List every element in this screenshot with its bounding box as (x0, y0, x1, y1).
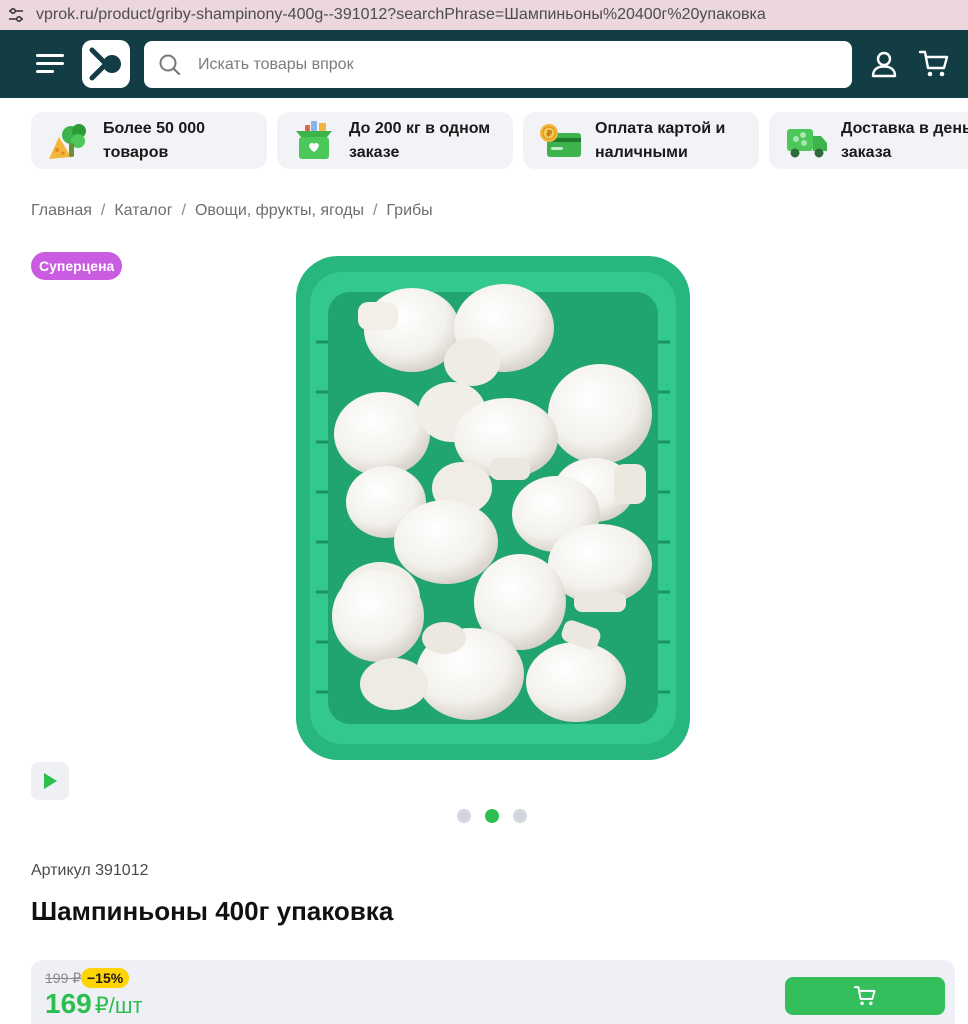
price-value: 169 (45, 988, 92, 1019)
gallery-dot[interactable] (513, 809, 527, 823)
gallery-pagination (457, 809, 527, 823)
url-text[interactable]: vprok.ru/product/griby-shampinony-400g--… (36, 6, 766, 24)
cart-icon (853, 986, 876, 1006)
menu-icon[interactable] (36, 52, 66, 76)
add-to-cart-button[interactable] (785, 977, 945, 1015)
site-settings-icon[interactable] (6, 5, 26, 25)
gallery-dot-active[interactable] (485, 809, 499, 823)
play-video-button[interactable] (31, 762, 69, 800)
search-icon[interactable] (158, 53, 182, 77)
old-price: 199 ₽ (45, 970, 82, 986)
benefit-card-assortment: Более 50 000 товаров (31, 112, 267, 169)
gallery-dot[interactable] (457, 809, 471, 823)
benefit-card-delivery: Доставка в день заказа (769, 112, 968, 169)
benefit-label: Оплата картой и наличными (595, 119, 726, 161)
super-price-badge: Суперцена (31, 252, 123, 280)
box-icon (291, 119, 337, 163)
breadcrumb-subcategory[interactable]: Грибы (386, 202, 432, 219)
card-icon: ₽ (537, 119, 583, 163)
truck-icon (783, 119, 829, 163)
current-price: 169 ₽/шт (45, 988, 143, 1020)
product-sku: Артикул 391012 (31, 862, 149, 879)
site-header (0, 30, 968, 98)
vegetables-icon (45, 119, 91, 163)
benefit-label: Более 50 000 товаров (103, 119, 206, 161)
user-icon[interactable] (868, 48, 900, 80)
play-icon (44, 773, 57, 789)
discount-badge: −15% (81, 968, 130, 988)
benefit-card-payment: ₽ Оплата картой и наличными (523, 112, 759, 169)
price-unit: ₽/шт (94, 993, 143, 1018)
search-bar[interactable] (144, 41, 852, 88)
breadcrumb-home[interactable]: Главная (31, 202, 92, 219)
breadcrumb-catalog[interactable]: Каталог (114, 202, 172, 219)
cart-icon[interactable] (918, 48, 950, 80)
search-input[interactable] (196, 54, 800, 75)
breadcrumb: Главная / Каталог / Овощи, фрукты, ягоды / Гри… (31, 202, 433, 219)
product-image[interactable] (294, 252, 692, 762)
benefit-card-weight: До 200 кг в одном заказе (277, 112, 513, 169)
browser-url-bar[interactable]: vprok.ru/product/griby-shampinony-400g--… (0, 0, 968, 30)
svg-text:₽: ₽ (546, 129, 552, 139)
logo[interactable] (82, 40, 130, 88)
breadcrumb-category[interactable]: Овощи, фрукты, ягоды (195, 202, 364, 219)
benefits-row: Более 50 000 товаров До 200 кг в одном з… (31, 112, 968, 169)
page-title: Шампиньоны 400г упаковка (31, 896, 394, 926)
benefit-label: Доставка в день заказа (841, 119, 968, 161)
benefit-label: До 200 кг в одном заказе (349, 119, 491, 161)
price-bar: 199 ₽ −15% 169 ₽/шт (31, 960, 955, 1024)
